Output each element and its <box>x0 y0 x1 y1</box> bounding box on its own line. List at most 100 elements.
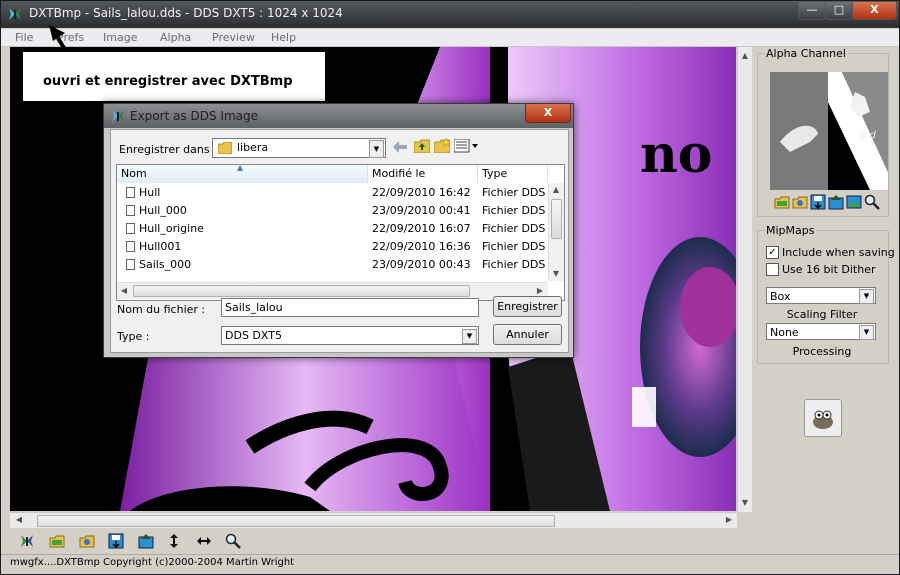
view-menu-icon[interactable] <box>454 139 480 153</box>
menu-alpha[interactable]: Alpha <box>160 31 191 44</box>
list-vertical-thumb[interactable] <box>551 199 562 239</box>
alpha-channel-group: Alpha Channel d d <box>757 47 889 217</box>
table-row[interactable]: Hull_000 23/09/2010 00:41 Fichier DDS <box>117 202 548 219</box>
alpha-preview: d d <box>770 72 888 190</box>
title-bar[interactable]: DXTBmp - Sails_lalou.dds - DDS DXT5 : 10… <box>1 1 899 28</box>
menu-file[interactable]: File <box>15 31 33 44</box>
file-name: Hull_origine <box>139 222 204 235</box>
annotation-banner: ouvri et enregistrer avec DXTBmp <box>23 52 325 101</box>
up-folder-icon[interactable] <box>414 139 430 153</box>
folder-icon <box>218 142 232 154</box>
include-when-saving-checkbox[interactable]: ✓ <box>766 246 779 259</box>
save-icon[interactable] <box>108 533 124 549</box>
file-name: Hull <box>139 186 161 199</box>
file-icon <box>126 205 135 216</box>
table-row[interactable]: Hull001 22/09/2010 16:36 Fichier DDS <box>117 238 548 255</box>
vertical-arrows-icon[interactable] <box>166 533 182 549</box>
file-name: Hull_000 <box>139 204 187 217</box>
scroll-up-arrow-icon[interactable]: ▲ <box>549 183 563 197</box>
menu-bar: File Prefs Image Alpha Preview Help <box>1 29 899 47</box>
close-button[interactable]: X <box>852 2 897 20</box>
dialog-title-bar[interactable]: Export as DDS Image X <box>104 104 573 128</box>
right-panel: Alpha Channel d d MipMaps ✓ Include when… <box>752 47 899 527</box>
table-row[interactable]: Hull 22/09/2010 16:42 Fichier DDS <box>117 184 548 201</box>
column-header-type[interactable]: Type <box>478 165 548 183</box>
app-window: DXTBmp - Sails_lalou.dds - DDS DXT5 : 10… <box>0 0 900 575</box>
menu-help[interactable]: Help <box>271 31 296 44</box>
maximize-button[interactable]: □ <box>825 2 853 20</box>
back-arrow-icon[interactable] <box>393 141 407 153</box>
new-folder-icon[interactable] <box>434 138 450 153</box>
save-in-select[interactable]: libera ▼ <box>212 138 386 158</box>
scroll-left-arrow-icon[interactable]: ◀ <box>117 284 131 298</box>
chevron-down-icon[interactable]: ▼ <box>462 329 477 344</box>
menu-image[interactable]: Image <box>103 31 137 44</box>
scroll-left-arrow-icon[interactable]: ◀ <box>12 513 26 527</box>
status-text: mwgfx....DXTBmp Copyright (c)2000-2004 M… <box>10 557 295 568</box>
alpha-channel-title: Alpha Channel <box>764 47 848 60</box>
mipmaps-title: MipMaps <box>764 224 817 237</box>
canvas-text: no <box>640 124 713 185</box>
open-folder-icon[interactable] <box>49 533 65 549</box>
mipmaps-group: MipMaps ✓ Include when saving Use 16 bit… <box>757 224 895 364</box>
scroll-right-arrow-icon[interactable]: ▶ <box>722 513 736 527</box>
cancel-button[interactable]: Annuler <box>493 324 562 345</box>
column-header-name[interactable]: Nom ▲ <box>117 165 368 183</box>
scroll-down-arrow-icon[interactable]: ▼ <box>549 267 563 281</box>
save-button[interactable]: Enregistrer <box>493 296 562 317</box>
minimize-button[interactable]: — <box>798 2 826 20</box>
horizontal-scroll-thumb[interactable] <box>37 515 555 527</box>
zoom-icon[interactable] <box>864 194 880 210</box>
column-header-modified[interactable]: Modifié le <box>368 165 478 183</box>
table-row[interactable]: Sails_000 23/09/2010 00:43 Fichier DDS <box>117 256 548 273</box>
list-horizontal-thumb[interactable] <box>133 285 470 297</box>
processing-select[interactable]: None ▼ <box>766 323 876 340</box>
file-icon <box>126 259 135 270</box>
window-title: DXTBmp - Sails_lalou.dds - DDS DXT5 : 10… <box>29 6 343 20</box>
file-name: Sails_000 <box>139 258 192 271</box>
use-16bit-dither-checkbox[interactable] <box>766 263 779 276</box>
menu-preview[interactable]: Preview <box>212 31 255 44</box>
picture-icon[interactable] <box>846 194 862 210</box>
butterfly-icon[interactable] <box>19 533 35 549</box>
filename-input[interactable]: Sails_lalou <box>221 298 479 317</box>
zoom-icon[interactable] <box>225 533 241 549</box>
horizontal-arrows-icon[interactable] <box>196 533 212 549</box>
scroll-up-arrow-icon[interactable]: ▲ <box>738 49 752 63</box>
table-row[interactable]: Hull_origine 22/09/2010 16:07 Fichier DD… <box>117 220 548 237</box>
save-icon[interactable] <box>810 194 826 210</box>
chevron-down-icon[interactable]: ▼ <box>859 325 874 340</box>
gimp-button[interactable] <box>804 399 842 437</box>
chevron-down-icon[interactable]: ▼ <box>369 140 384 158</box>
use-16bit-dither-label: Use 16 bit Dither <box>782 263 876 276</box>
list-vertical-scrollbar[interactable]: ▲ ▼ <box>548 183 564 281</box>
open-image-icon[interactable] <box>79 533 95 549</box>
scroll-down-arrow-icon[interactable]: ▼ <box>738 496 752 510</box>
file-icon <box>126 223 135 234</box>
open-folder-icon[interactable] <box>774 194 790 210</box>
file-modified: 23/09/2010 00:41 <box>372 204 471 217</box>
save-in-label: Enregistrer dans : <box>119 143 217 156</box>
horizontal-scrollbar[interactable]: ◀ ▶ <box>10 512 737 528</box>
file-type: Fichier DDS <box>482 258 546 271</box>
scaling-filter-select[interactable]: Box ▼ <box>766 287 876 304</box>
sort-caret-icon: ▲ <box>237 164 244 172</box>
list-horizontal-scrollbar[interactable]: ◀ ▶ <box>117 282 548 299</box>
processing-value: None <box>770 326 799 339</box>
filename-label: Nom du fichier : <box>117 303 206 316</box>
dialog-close-button[interactable]: X <box>525 104 571 123</box>
alpha-preview-letters: d d <box>860 130 877 141</box>
dialog-body: Enregistrer dans : libera ▼ Nom ▲ Modifi… <box>110 129 569 353</box>
vertical-scrollbar[interactable]: ▲ ▼ <box>737 47 752 512</box>
export-icon[interactable] <box>138 533 154 549</box>
import-icon[interactable] <box>828 194 844 210</box>
file-modified: 22/09/2010 16:42 <box>372 186 471 199</box>
open-image-icon[interactable] <box>792 194 808 210</box>
banner-text: ouvri et enregistrer avec DXTBmp <box>43 74 293 89</box>
type-select[interactable]: DDS DXT5 ▼ <box>221 326 479 345</box>
include-when-saving-label: Include when saving <box>782 246 895 259</box>
scaling-filter-caption: Scaling Filter <box>786 308 858 321</box>
file-modified: 22/09/2010 16:07 <box>372 222 471 235</box>
file-list[interactable]: Nom ▲ Modifié le Type Hull 22/09/2010 16… <box>116 164 565 301</box>
chevron-down-icon[interactable]: ▼ <box>859 289 874 304</box>
